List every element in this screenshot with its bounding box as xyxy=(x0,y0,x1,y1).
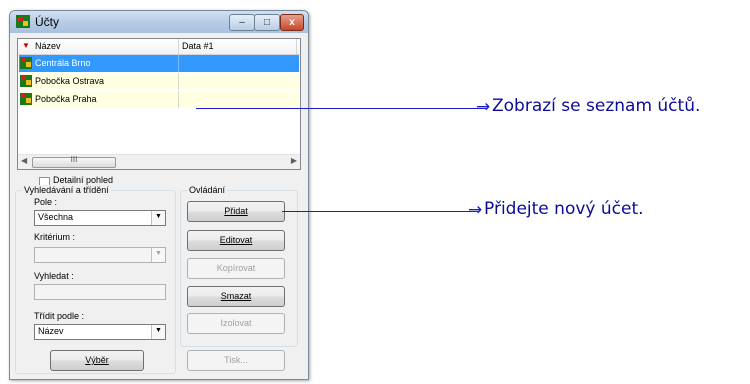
scroll-left-icon[interactable]: ◀ xyxy=(21,156,27,165)
horizontal-scrollbar[interactable]: ◀ III ▶ xyxy=(18,154,300,169)
criterion-select[interactable]: ▼ xyxy=(34,247,166,263)
list-item-label: Pobočka Ostrava xyxy=(35,76,105,86)
chevron-down-icon: ▼ xyxy=(155,250,162,257)
delete-button-label: Smazat xyxy=(220,291,252,301)
callout-line xyxy=(282,211,478,212)
accounts-list[interactable]: ▼ Název Data #1 Centrála Brno Pobočka Os… xyxy=(17,38,301,170)
field-label: Pole : xyxy=(34,197,58,207)
cell-divider xyxy=(178,55,179,72)
list-item[interactable]: Pobočka Praha xyxy=(19,91,299,108)
sort-by-select-value: Název xyxy=(38,326,64,336)
field-select-dropdown[interactable]: ▼ xyxy=(151,211,165,225)
scrollbar-thumb[interactable]: III xyxy=(32,155,116,168)
list-item-label: Pobočka Praha xyxy=(35,94,97,104)
select-button[interactable]: Výběr xyxy=(50,350,144,371)
callout-line xyxy=(196,108,486,109)
print-button-label: Tisk... xyxy=(224,355,248,365)
window-title: Účty xyxy=(35,15,59,29)
copy-button[interactable]: Kopírovat xyxy=(187,258,285,279)
accounts-window: Účty – □ x ▼ Název Data #1 Centrála Brno… xyxy=(9,10,309,380)
list-item-label: Centrála Brno xyxy=(35,58,91,68)
add-callout-text: Přidejte nový účet. xyxy=(484,199,644,219)
print-button[interactable]: Tisk... xyxy=(187,350,285,371)
cell-divider xyxy=(178,73,179,90)
grip-icon: III xyxy=(70,155,78,164)
list-callout-text: Zobrazí se seznam účtů. xyxy=(492,96,701,116)
isolate-button-label: Izolovat xyxy=(220,318,252,328)
column-header-name[interactable]: Název xyxy=(35,41,61,51)
chevron-down-icon: ▼ xyxy=(155,327,162,334)
maximize-icon: □ xyxy=(263,17,271,28)
column-header-data1[interactable]: Data #1 xyxy=(182,41,214,51)
list-item[interactable]: Pobočka Ostrava xyxy=(19,73,299,90)
close-button[interactable]: x xyxy=(280,14,304,31)
account-icon xyxy=(20,75,32,87)
search-sort-group-title: Vyhledávání a třídění xyxy=(22,185,111,195)
title-bar[interactable]: Účty – □ x xyxy=(10,11,308,33)
field-select-value: Všechna xyxy=(38,212,74,222)
find-input[interactable] xyxy=(34,284,166,300)
list-item[interactable]: Centrála Brno xyxy=(19,55,299,72)
maximize-button[interactable]: □ xyxy=(254,14,280,31)
find-label: Vyhledat : xyxy=(34,271,74,281)
criterion-select-dropdown[interactable]: ▼ xyxy=(151,248,165,262)
delete-button[interactable]: Smazat xyxy=(187,286,285,307)
account-icon xyxy=(20,57,32,69)
sort-by-select[interactable]: Název ▼ xyxy=(34,324,166,340)
isolate-button[interactable]: Izolovat xyxy=(187,313,285,334)
field-select[interactable]: Všechna ▼ xyxy=(34,210,166,226)
copy-button-label: Kopírovat xyxy=(216,263,256,273)
edit-button[interactable]: Editovat xyxy=(187,230,285,251)
app-icon xyxy=(16,15,30,28)
close-icon: x xyxy=(289,17,295,28)
add-button[interactable]: Přidat xyxy=(187,201,285,222)
column-divider[interactable] xyxy=(178,39,179,54)
controls-group-title: Ovládání xyxy=(187,185,228,195)
add-button-label: Přidat xyxy=(224,206,248,216)
cell-divider xyxy=(178,91,179,108)
arrow-right-icon: → xyxy=(476,97,491,117)
chevron-down-icon: ▼ xyxy=(155,213,162,220)
sort-by-select-dropdown[interactable]: ▼ xyxy=(151,325,165,339)
arrow-right-icon: → xyxy=(468,200,483,220)
list-header: ▼ Název Data #1 xyxy=(18,39,300,55)
select-button-label: Výběr xyxy=(85,355,109,365)
edit-button-label: Editovat xyxy=(219,235,253,245)
scroll-right-icon[interactable]: ▶ xyxy=(291,156,297,165)
account-icon xyxy=(20,93,32,105)
detail-view-label[interactable]: Detailní pohled xyxy=(53,175,113,185)
minimize-button[interactable]: – xyxy=(229,14,255,31)
minimize-icon: – xyxy=(239,17,245,28)
column-divider[interactable] xyxy=(296,39,297,54)
sort-by-label: Třídit podle : xyxy=(34,311,85,321)
sort-desc-icon[interactable]: ▼ xyxy=(22,41,30,50)
criterion-label: Kritérium : xyxy=(34,232,76,242)
